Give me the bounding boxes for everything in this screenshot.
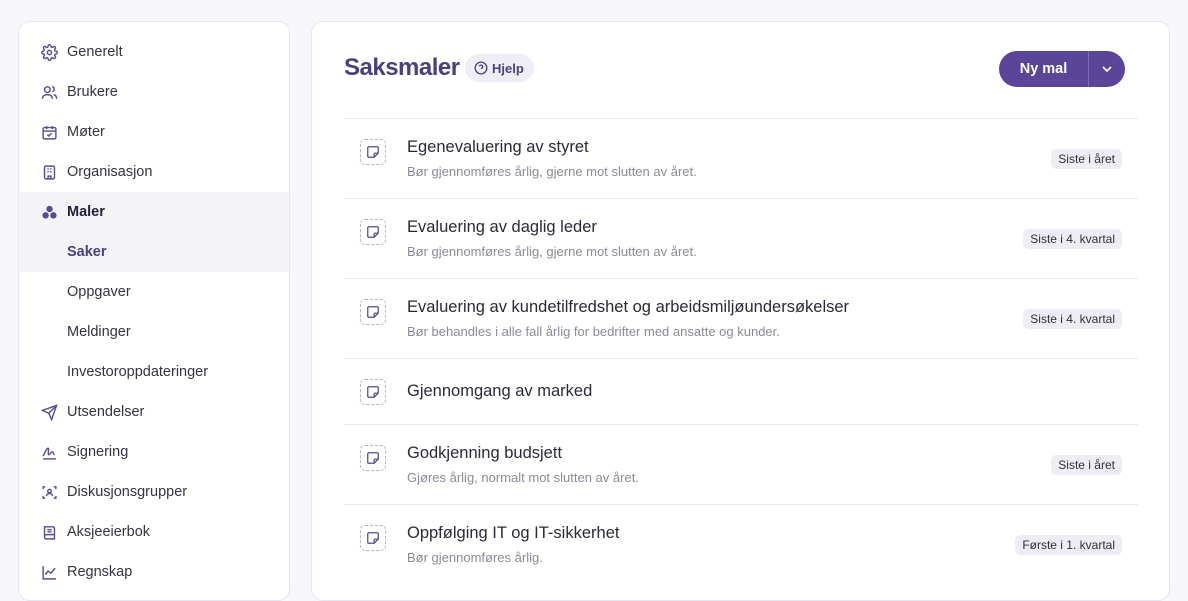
sidebar-item-label: Saker xyxy=(67,244,107,260)
schedule-badge: Siste i 4. kvartal xyxy=(1023,229,1122,249)
sidebar-item-generelt[interactable]: Generelt xyxy=(19,32,289,72)
send-icon xyxy=(40,403,58,421)
sidebar-item-aksjeeierbok[interactable]: Aksjeeierbok xyxy=(19,512,289,552)
settings-sidebar: Generelt Brukere Møter Organisasjon Male… xyxy=(18,21,290,601)
sidebar-item-label: Regnskap xyxy=(67,564,133,580)
list-item[interactable]: Evaluering av daglig leder Bør gjennomfø… xyxy=(344,198,1138,278)
note-icon xyxy=(360,445,386,471)
schedule-badge: Siste i 4. kvartal xyxy=(1023,309,1122,329)
sidebar-item-signering[interactable]: Signering xyxy=(19,432,289,472)
sidebar-item-label: Møter xyxy=(67,124,105,140)
main-panel: Saksmaler Hjelp Ny mal Egenevaluering av… xyxy=(311,21,1170,601)
sidebar-item-label: Aksjeeierbok xyxy=(67,524,151,540)
help-label: Hjelp xyxy=(492,60,524,76)
list-item[interactable]: Oppfølging IT og IT-sikkerhet Bør gjenno… xyxy=(344,504,1138,584)
list-item-texts: Egenevaluering av styret Bør gjennomføre… xyxy=(407,119,1138,179)
sidebar-item-label: Utsendelser xyxy=(67,404,145,420)
list-item-title: Godkjenning budsjett xyxy=(407,444,563,462)
list-item-title: Gjennomgang av marked xyxy=(407,382,593,400)
note-icon xyxy=(360,219,386,245)
list-item[interactable]: Evaluering av kundetilfredshet og arbeid… xyxy=(344,278,1138,358)
sidebar-item-utsendelser[interactable]: Utsendelser xyxy=(19,392,289,432)
sidebar-item-diskusjonsgrupper[interactable]: Diskusjonsgrupper xyxy=(19,472,289,512)
users-icon xyxy=(40,83,58,101)
sidebar-item-investoroppdateringer[interactable]: Investoroppdateringer xyxy=(19,352,289,392)
group-icon xyxy=(40,483,58,501)
list-item-texts: Gjennomgang av marked xyxy=(407,382,1138,401)
sidebar-item-moter[interactable]: Møter xyxy=(19,112,289,152)
new-template-button[interactable]: Ny mal xyxy=(999,51,1088,87)
sidebar-item-label: Investoroppdateringer xyxy=(67,364,209,380)
sidebar-item-oppgaver[interactable]: Oppgaver xyxy=(19,272,289,312)
sidebar-item-label: Signering xyxy=(67,444,129,460)
list-item[interactable]: Gjennomgang av marked xyxy=(344,358,1138,424)
schedule-badge: Siste i året xyxy=(1051,455,1122,475)
sidebar-item-saker[interactable]: Saker xyxy=(19,232,289,272)
list-item-description: Gjøres årlig, normalt mot slutten av åre… xyxy=(407,470,639,485)
sidebar-item-brukere[interactable]: Brukere xyxy=(19,72,289,112)
note-icon xyxy=(360,299,386,325)
book-icon xyxy=(40,523,58,541)
help-button[interactable]: Hjelp xyxy=(465,54,534,82)
gear-icon xyxy=(40,43,58,61)
list-item[interactable]: Godkjenning budsjett Gjøres årlig, norma… xyxy=(344,424,1138,504)
list-item-title: Egenevaluering av styret xyxy=(407,138,589,156)
page-title: Saksmaler xyxy=(344,54,460,81)
shapes-icon xyxy=(40,203,58,221)
signature-icon xyxy=(40,443,58,461)
list-item-texts: Godkjenning budsjett Gjøres årlig, norma… xyxy=(407,425,1138,485)
schedule-badge: Første i 1. kvartal xyxy=(1015,535,1122,555)
sidebar-item-label: Diskusjonsgrupper xyxy=(67,484,188,500)
calendar-icon xyxy=(40,123,58,141)
note-icon xyxy=(360,378,386,405)
list-item[interactable]: Egenevaluering av styret Bør gjennomføre… xyxy=(344,118,1138,198)
help-icon xyxy=(474,61,492,75)
sidebar-item-organisasjon[interactable]: Organisasjon xyxy=(19,152,289,192)
sidebar-item-maler[interactable]: Maler xyxy=(19,192,289,232)
sidebar-item-label: Brukere xyxy=(67,84,118,100)
new-template-dropdown-button[interactable] xyxy=(1088,51,1125,87)
sidebar-item-label: Organisasjon xyxy=(67,164,153,180)
building-icon xyxy=(40,163,58,181)
new-template-split-button: Ny mal xyxy=(999,51,1125,87)
list-item-description: Bør gjennomføres årlig, gjerne mot slutt… xyxy=(407,164,697,179)
note-icon xyxy=(360,139,386,165)
template-list: Egenevaluering av styret Bør gjennomføre… xyxy=(344,118,1138,584)
sidebar-item-label: Meldinger xyxy=(67,324,131,340)
chart-line-icon xyxy=(40,563,58,581)
note-icon xyxy=(360,525,386,551)
schedule-badge: Siste i året xyxy=(1051,149,1122,169)
sidebar-item-regnskap[interactable]: Regnskap xyxy=(19,552,289,592)
sidebar-item-label: Generelt xyxy=(67,44,123,60)
sidebar-item-label: Oppgaver xyxy=(67,284,131,300)
sidebar-item-label: Maler xyxy=(67,204,105,220)
chevron-down-icon xyxy=(1099,61,1115,77)
sidebar-item-meldinger[interactable]: Meldinger xyxy=(19,312,289,352)
